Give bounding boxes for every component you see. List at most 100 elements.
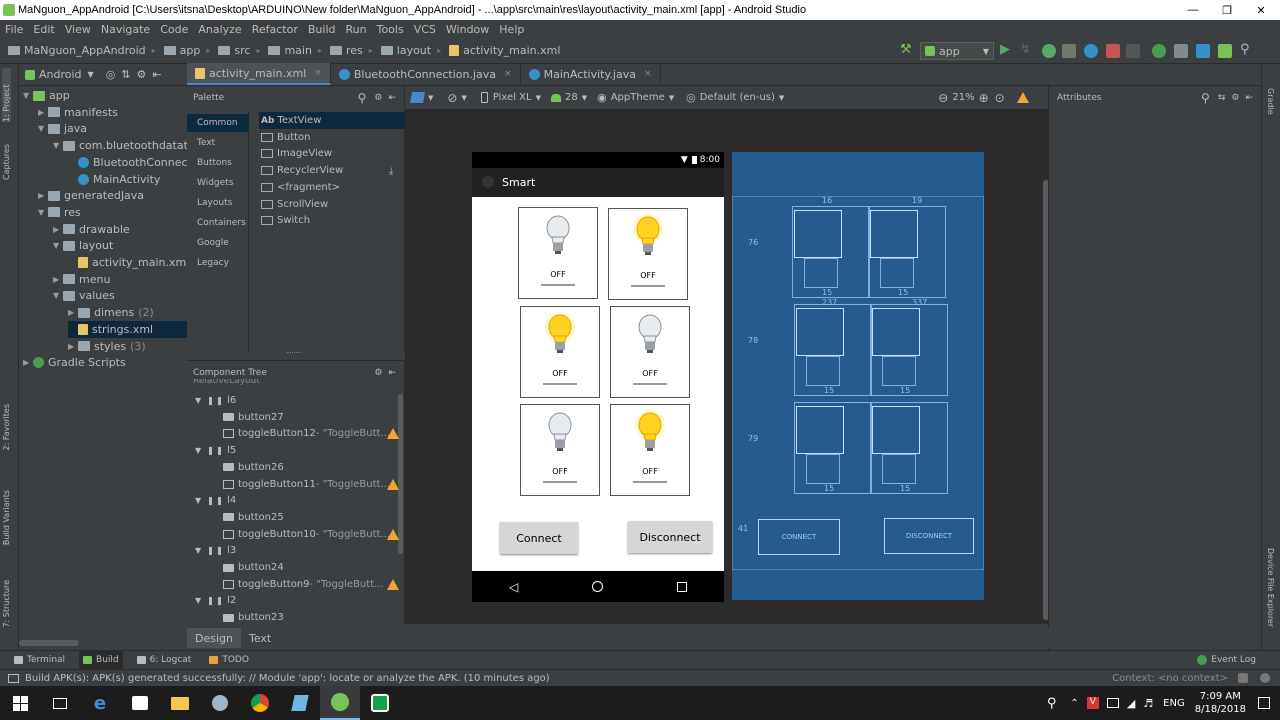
menu-edit[interactable]: Edit [28, 23, 59, 36]
android-studio-app[interactable] [320, 686, 360, 720]
structure-tool-tab[interactable]: 7: Structure [2, 580, 11, 628]
chevron-up-icon[interactable]: ⌃ [1070, 698, 1078, 709]
gear-icon[interactable]: ⚙ [374, 368, 382, 378]
palette-category[interactable]: Common [197, 118, 238, 128]
palette-category[interactable]: Containers [197, 218, 246, 228]
hide-icon[interactable]: ⇤ [1245, 93, 1253, 103]
zoom-in-icon[interactable]: ⊕ [979, 91, 989, 105]
collapse-arrow-icon[interactable]: ▶ [38, 191, 48, 200]
collapse-arrow-icon[interactable]: ▶ [68, 342, 78, 351]
bottom-tool-tab[interactable]: TODO [205, 651, 253, 670]
component-tree-item[interactable]: ▼ l6 [195, 392, 236, 409]
close-tab-icon[interactable]: × [644, 69, 652, 79]
run-config-select[interactable]: app ▼ [920, 42, 994, 60]
locale-select[interactable]: Default (en-us) [700, 92, 775, 103]
search-icon[interactable]: ⚲ [1240, 42, 1250, 57]
event-log-tab[interactable]: Event Log [1197, 655, 1256, 665]
volume-icon[interactable]: ♬ [1143, 697, 1153, 710]
attach-debugger-icon[interactable] [1084, 44, 1098, 58]
editor-tab[interactable]: MainActivity.java × [521, 63, 661, 85]
component-tree-item[interactable]: button25 [223, 509, 284, 526]
build-variants-tool-tab[interactable]: Build Variants [2, 490, 11, 545]
palette-category[interactable]: Widgets [197, 178, 233, 188]
explorer-app[interactable] [160, 686, 200, 720]
disconnect-button[interactable]: Disconnect [628, 521, 712, 553]
inspector-icon[interactable] [1260, 673, 1270, 683]
palette-category[interactable]: Text [197, 138, 215, 148]
component-tree-item[interactable]: button27 [223, 409, 284, 426]
close-button[interactable]: ✕ [1244, 0, 1278, 20]
breadcrumb-item[interactable]: main ▸ [268, 44, 322, 57]
menu-vcs[interactable]: VCS [409, 23, 441, 36]
task-view-button[interactable] [40, 686, 80, 720]
blueprint-preview[interactable]: 15 15 15 15 15 15 76 78 79 41 16 19 237 337 C… [732, 152, 984, 600]
chevron-down-icon[interactable]: ▼ [88, 70, 94, 79]
menu-code[interactable]: Code [155, 23, 193, 36]
theme-select[interactable]: AppTheme [611, 92, 665, 103]
toggle-cell[interactable]: OFF [608, 208, 688, 300]
toggle-cell[interactable]: OFF [610, 404, 690, 496]
component-tree-item[interactable]: toggleButton9- "ToggleButt... [223, 576, 399, 593]
toggle-cell[interactable]: OFF [518, 207, 598, 299]
warning-icon[interactable] [1016, 92, 1029, 103]
chevron-down-icon[interactable]: ▼ [669, 94, 674, 102]
menu-refactor[interactable]: Refactor [247, 23, 303, 36]
hide-icon[interactable]: ⇤ [388, 93, 396, 103]
expand-arrow-icon[interactable]: ▼ [53, 291, 63, 300]
chrome-app[interactable] [240, 686, 280, 720]
project-tree-item[interactable]: ▶ drawable [53, 221, 130, 238]
menu-navigate[interactable]: Navigate [96, 23, 155, 36]
collapse-arrow-icon[interactable]: ▶ [53, 275, 63, 284]
hammer-icon[interactable]: ⚒ [900, 42, 916, 58]
expand-arrow-icon[interactable]: ▼ [38, 124, 48, 133]
warning-icon[interactable] [387, 528, 399, 540]
expand-arrow-icon[interactable]: ▼ [195, 396, 201, 405]
stop-icon[interactable] [1106, 44, 1120, 58]
app-6[interactable] [200, 686, 240, 720]
apply-changes-icon[interactable]: ↯ [1020, 42, 1031, 57]
warning-icon[interactable] [387, 428, 399, 440]
horizontal-scrollbar[interactable] [19, 640, 79, 646]
orientation-icon[interactable]: ⊘ [447, 91, 457, 105]
project-tree-item[interactable]: ▶ Gradle Scripts [23, 354, 126, 371]
hide-icon[interactable]: ⇤ [388, 368, 396, 378]
palette-item[interactable]: Ab TextView [259, 112, 405, 129]
breadcrumb-item[interactable]: app ▸ [163, 44, 210, 57]
menu-file[interactable]: File [0, 23, 28, 36]
editor-tab[interactable]: BluetoothConnection.java × [331, 63, 521, 85]
palette-category[interactable]: Buttons [197, 158, 232, 168]
menu-run[interactable]: Run [341, 23, 372, 36]
bottom-tool-tab[interactable]: 6: Logcat [133, 651, 196, 670]
project-tree-item[interactable]: ▼ layout [53, 237, 113, 254]
palette-category[interactable]: Google [197, 238, 229, 248]
project-tree-item[interactable]: ▼ res [38, 204, 81, 221]
bottom-tool-tab[interactable]: Build [79, 650, 123, 670]
component-tree-item[interactable]: button23 [223, 609, 284, 626]
breadcrumb-item[interactable]: layout ▸ [380, 44, 441, 57]
component-tree-item[interactable]: ▼ l3 [195, 542, 236, 559]
chevron-down-icon[interactable]: ▼ [428, 94, 433, 102]
editor-tab[interactable]: activity_main.xml × [187, 63, 331, 85]
toggle-cell[interactable]: OFF [520, 306, 600, 398]
expand-arrow-icon[interactable]: ▼ [38, 208, 48, 217]
collapse-icon[interactable]: ⇅ [121, 68, 130, 81]
menu-tools[interactable]: Tools [372, 23, 409, 36]
captures-tool-tab[interactable]: Captures [2, 144, 11, 180]
close-tab-icon[interactable]: × [504, 69, 512, 79]
expand-arrow-icon[interactable]: ▼ [53, 141, 63, 150]
device-select[interactable]: Pixel XL [493, 92, 532, 103]
project-tree-item[interactable]: ▼ app [23, 87, 70, 104]
target-icon[interactable]: ◎ [106, 68, 116, 81]
api-select[interactable]: 28 [565, 92, 578, 103]
language-indicator[interactable]: ENG [1163, 698, 1185, 709]
chevron-down-icon[interactable]: ▼ [461, 94, 466, 102]
collapse-arrow-icon[interactable]: ▶ [23, 358, 33, 367]
project-tree-item[interactable]: ▼ values [53, 287, 115, 304]
menu-build[interactable]: Build [303, 23, 341, 36]
app-10[interactable] [360, 686, 400, 720]
project-tree-item[interactable]: ▶ generatedJava [38, 187, 144, 204]
toggle-cell[interactable]: OFF [610, 306, 690, 398]
chevron-down-icon[interactable]: ▼ [779, 94, 784, 102]
search-icon[interactable]: ⚲ [1201, 91, 1210, 105]
people-icon[interactable]: ⚲ [1047, 696, 1057, 711]
